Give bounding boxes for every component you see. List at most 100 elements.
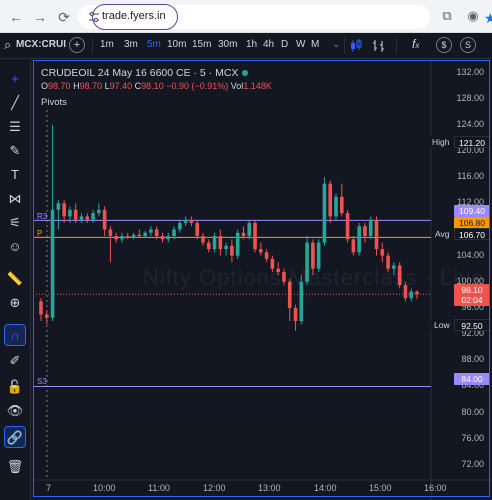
candle-body [131,234,136,238]
market-status-dot [242,70,249,77]
candle-body [189,219,194,223]
candle-body [253,222,257,250]
open-label: O [41,81,49,91]
candle-body [160,236,165,240]
chart-pane[interactable]: Nifty Options Masterclass · Live CRUDEOI… [33,60,492,500]
timeframe-1m[interactable]: 1m [100,39,114,50]
text-icon[interactable]: T [4,164,26,186]
indicators-label: x [415,41,420,50]
brush-icon[interactable]: ✎ [4,140,26,162]
emoji-icon[interactable]: ☺ [4,236,26,258]
eye-icon[interactable]: 👁 [4,400,26,422]
pivot-p-label: P [37,229,43,238]
horizontal-lines-icon[interactable]: ☰ [4,116,26,138]
symbol-search-icon[interactable]: ⌕ [4,37,11,53]
pencil-lock-icon[interactable]: ✐ [4,350,26,372]
symbol-line: CRUDEOIL 24 May 16 6600 CE · 5 · MCX [41,67,239,79]
chart-legend-title: CRUDEOIL 24 May 16 6600 CE · 5 · MCX [41,67,249,79]
bar-countdown-badge: 02:04 [454,294,490,306]
time-tick-label: 15:00 [369,483,392,493]
trash-icon[interactable]: 🗑 [4,456,26,478]
avg-level-value: 106.70 [454,228,490,240]
time-tick-label: 16:00 [424,483,447,493]
candle-body [357,226,361,253]
link-icon[interactable]: 🔗 [4,426,26,448]
timeframe-D[interactable]: D [281,39,288,50]
candle-body [230,245,234,256]
candle-body [172,229,176,237]
compare-add-button[interactable]: + [69,37,85,53]
address-bar[interactable]: trade.fyers.in ★ [78,4,492,30]
symbol-name[interactable]: MCX:CRUI [16,39,66,50]
timeframe-3m[interactable]: 3m [124,39,138,50]
candle-body [91,213,95,220]
bar-style-icon[interactable] [372,39,386,53]
candle-body [125,236,130,238]
candle-body [201,236,205,243]
timeframe-M[interactable]: M [311,39,319,50]
candle-body [264,252,269,259]
toolbar-divider [344,38,345,54]
star-icon[interactable]: ★ [484,11,492,25]
forward-icon[interactable]: → [30,7,50,27]
candle-body [44,314,49,318]
price-tick-label: 128.00 [456,92,484,103]
back-icon[interactable]: ← [6,7,26,27]
time-tick-label: 10:00 [93,483,116,493]
candle-body [39,301,43,315]
price-tick-label: 88.00 [461,354,484,365]
candle-body [137,234,142,237]
time-tick-label: 13:00 [258,483,281,493]
lock-icon[interactable]: 🔓 [4,376,26,398]
timeframe-1h[interactable]: 1h [246,39,257,50]
candle-body [247,222,252,237]
candle-body [62,203,66,217]
extensions-icon[interactable]: ⧉ [438,7,456,25]
profile-icon[interactable]: ◉ [464,7,482,25]
timeframe-15m[interactable]: 15m [192,39,211,50]
candle-body [143,232,147,237]
high-level-label: High [429,136,453,148]
candle-body [345,213,350,240]
volume-label: Vol [230,81,244,91]
timeframe-5m[interactable]: 5m [147,39,161,50]
crosshair-icon[interactable]: + [4,68,26,90]
timeframe-more-icon[interactable]: ⌄ [332,39,340,50]
drawing-tools-sidebar: + ╱ ☰ ✎ T ⋈ ⚟ ☺ 📏 ⊕ ∩ ✐ 🔓 👁 🔗 🗑 [0,60,31,500]
time-tick-label: 11:00 [148,483,170,493]
low-level-label: Low [431,319,453,331]
pivots-indicator-label[interactable]: Pivots [41,97,67,108]
candle-body [218,236,223,250]
candle-body [166,236,171,240]
currency-icon[interactable]: $ [436,37,452,53]
chart-toolbar: ⌕ MCX:CRUI + 1m 3m 5m 10m 15m 30m 1h 4h D W M ⌄ fx… [0,33,492,59]
trendline-icon[interactable]: ╱ [4,92,26,114]
candle-body [73,209,78,220]
ruler-icon[interactable]: 📏 [4,268,26,290]
time-tick-label: 7 [46,483,52,493]
prediction-icon[interactable]: ⚟ [4,212,26,234]
candle-body [235,232,240,256]
pattern-icon[interactable]: ⋈ [4,188,26,210]
candle-body [114,236,118,240]
magnet-icon[interactable]: ∩ [4,324,26,346]
timeframe-4h[interactable]: 4h [263,39,274,50]
candle-body [97,209,101,214]
timeframe-W[interactable]: W [296,39,305,50]
reload-icon[interactable]: ⟳ [54,7,74,27]
candle-body [68,209,72,217]
candle-body [154,229,159,237]
high-value: 98.70 [79,81,103,91]
candles-icon[interactable] [350,39,362,53]
candle-body [374,219,379,250]
zoom-in-icon[interactable]: ⊕ [4,292,26,314]
timeframe-10m[interactable]: 10m [167,39,186,50]
price-tick-label: 76.00 [461,432,484,443]
candle-body [85,216,90,220]
candle-body [178,222,182,230]
candle-body [241,232,246,237]
indicators-icon[interactable]: fx [412,37,419,51]
candle-body [363,226,367,237]
settings-icon[interactable]: S [460,37,476,53]
timeframe-30m[interactable]: 30m [218,39,237,50]
